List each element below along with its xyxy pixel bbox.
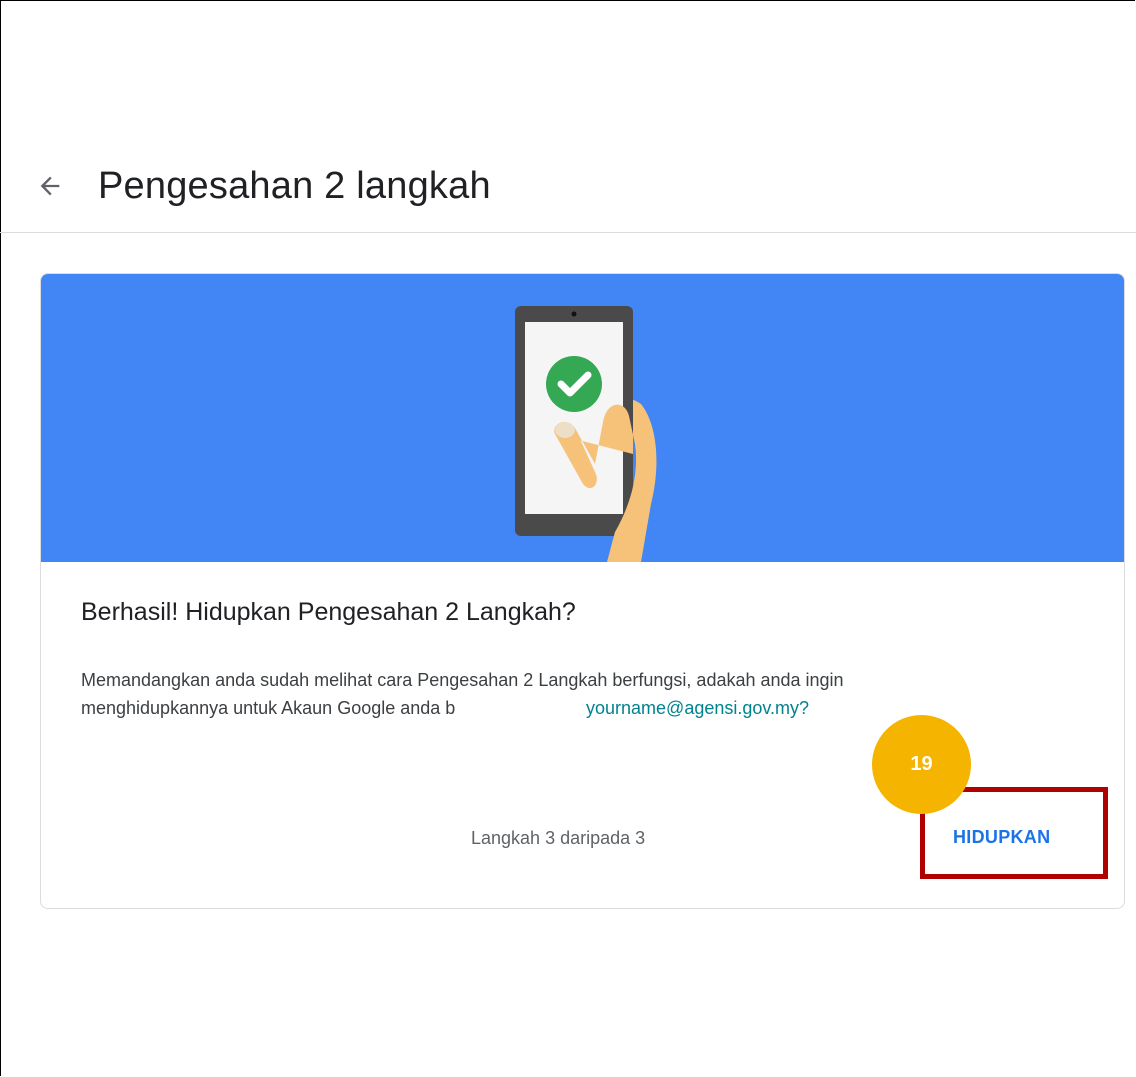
- account-email: yourname@agensi.gov.my?: [578, 694, 814, 722]
- description-line-1: Memandangkan anda sudah melihat cara Pen…: [81, 670, 844, 690]
- page-title: Pengesahan 2 langkah: [98, 165, 491, 207]
- description-line-2: menghidupkannya untuk Akaun Google anda …: [81, 698, 456, 718]
- page-header: Pengesahan 2 langkah: [0, 140, 1136, 233]
- phone-checkmark-illustration: [515, 306, 657, 562]
- description-line-2-wrap: menghidupkannya untuk Akaun Google anda …: [81, 694, 1101, 722]
- card-title: Berhasil! Hidupkan Pengesahan 2 Langkah?: [81, 598, 576, 626]
- step-indicator: Langkah 3 daripada 3: [471, 828, 646, 848]
- arrow-left-icon: [40, 176, 60, 196]
- back-button[interactable]: [36, 172, 64, 200]
- step-number-badge: 19: [872, 715, 971, 814]
- card-description: Memandangkan anda sudah melihat cara Pen…: [81, 666, 1101, 722]
- card-banner: [41, 274, 1124, 562]
